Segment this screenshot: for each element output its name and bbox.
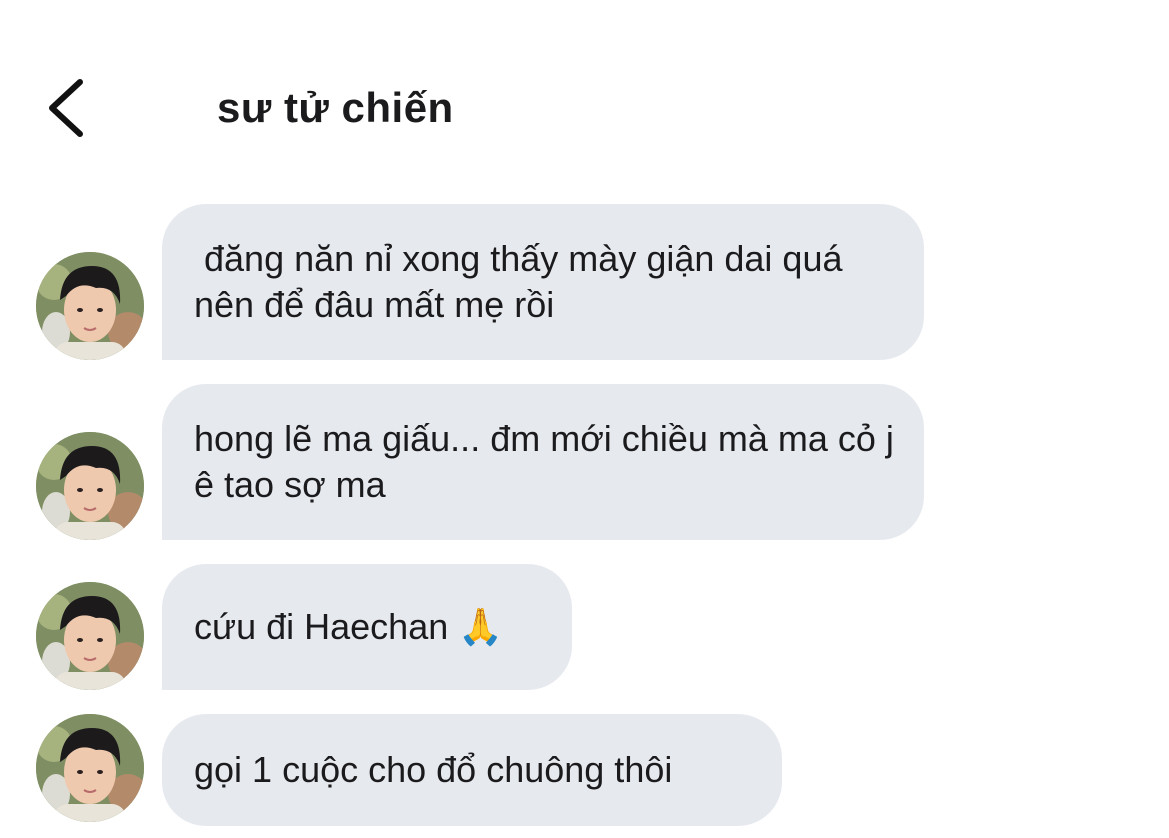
avatar[interactable]	[36, 714, 144, 822]
message-text: gọi 1 cuộc cho đổ chuông thôi	[194, 749, 673, 790]
avatar-image	[36, 714, 144, 822]
avatar-image	[36, 252, 144, 360]
message-bubble[interactable]: gọi 1 cuộc cho đổ chuông thôi	[162, 714, 782, 826]
message-bubble[interactable]: hong lẽ ma giấu... đm mới chiều mà ma cỏ…	[162, 384, 924, 540]
avatar-image	[36, 432, 144, 540]
message-text: cứu đi Haechan 🙏	[194, 606, 504, 647]
message-bubble[interactable]: cứu đi Haechan 🙏	[162, 564, 572, 690]
message-row: gọi 1 cuộc cho đổ chuông thôi	[0, 714, 1169, 838]
message-text: đăng năn nỉ xong thấy mày giận dai quá n…	[194, 238, 853, 325]
avatar[interactable]	[36, 252, 144, 360]
avatar-image	[36, 582, 144, 690]
avatar[interactable]	[36, 582, 144, 690]
message-row: cứu đi Haechan 🙏	[0, 564, 1169, 690]
message-row: đăng năn nỉ xong thấy mày giận dai quá n…	[0, 204, 1169, 360]
message-thread: đăng năn nỉ xong thấy mày giận dai quá n…	[0, 0, 1169, 838]
message-row: hong lẽ ma giấu... đm mới chiều mà ma cỏ…	[0, 384, 1169, 540]
message-text: hong lẽ ma giấu... đm mới chiều mà ma cỏ…	[194, 418, 904, 505]
message-bubble[interactable]: đăng năn nỉ xong thấy mày giận dai quá n…	[162, 204, 924, 360]
avatar[interactable]	[36, 432, 144, 540]
